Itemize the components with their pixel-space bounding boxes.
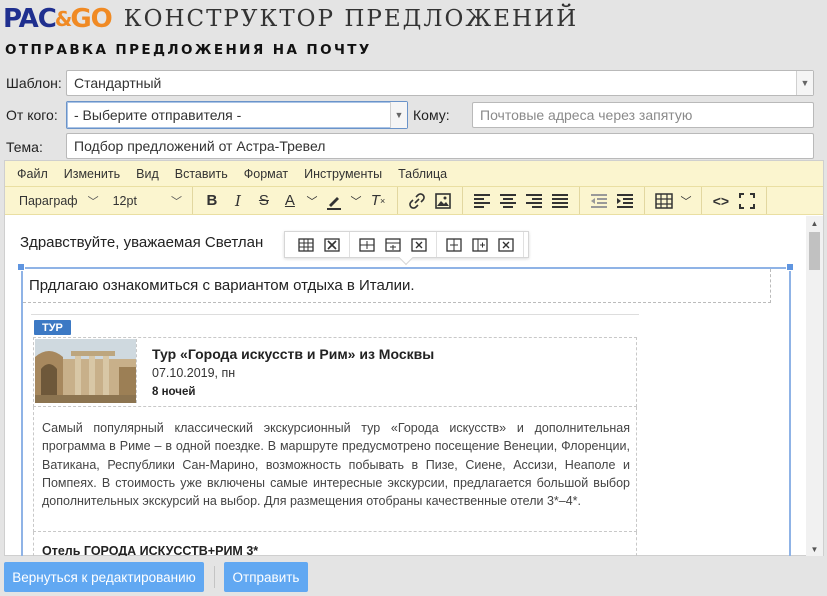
- bold-icon[interactable]: B: [199, 189, 225, 213]
- recipients-placeholder: Почтовые адреса через запятую: [480, 107, 693, 123]
- insert-column-after-icon[interactable]: [467, 234, 493, 256]
- menu-tools[interactable]: Инструменты: [304, 167, 382, 181]
- logo-pac: PAC: [3, 4, 57, 34]
- recipients-input[interactable]: Почтовые адреса через запятую: [472, 102, 814, 128]
- menu-insert[interactable]: Вставить: [175, 167, 228, 181]
- block-format-value: Параграф: [19, 193, 78, 208]
- menu-file[interactable]: Файл: [17, 167, 48, 181]
- tour-date: 07.10.2019, пн: [152, 366, 236, 380]
- block-format-dropdown[interactable]: Параграф ﹀: [15, 193, 103, 209]
- table-context-toolbar: [284, 231, 529, 266]
- align-justify-icon[interactable]: [547, 189, 573, 213]
- rich-text-editor[interactable]: Файл Изменить Вид Вставить Формат Инстру…: [4, 160, 824, 556]
- editor-content[interactable]: Здравствуйте, уважаемая Светлан Прдлагаю…: [5, 216, 807, 556]
- template-label: Шаблон:: [6, 75, 62, 91]
- italic-icon[interactable]: I: [225, 189, 251, 213]
- menu-edit[interactable]: Изменить: [64, 167, 120, 181]
- subject-value: Подбор предложений от Астра-Тревел: [74, 138, 326, 154]
- intro-text: Прдлагаю ознакомиться с вариантом отдыха…: [23, 269, 771, 303]
- tour-tag: ТУР: [34, 320, 71, 335]
- template-select[interactable]: Стандартный ▼: [66, 70, 814, 96]
- editor-menubar: Файл Изменить Вид Вставить Формат Инстру…: [5, 161, 823, 187]
- editor-scrollbar[interactable]: ▲ ▼: [806, 216, 823, 556]
- delete-column-icon[interactable]: [493, 234, 519, 256]
- hotel-name: Отель ГОРОДА ИСКУССТВ+РИМ 3*: [33, 532, 637, 556]
- subject-input[interactable]: Подбор предложений от Астра-Тревел: [66, 133, 814, 159]
- resize-handle[interactable]: [786, 263, 794, 271]
- chevron-down-icon[interactable]: ﹀: [303, 189, 321, 213]
- tour-description: Самый популярный классический экскурсион…: [33, 407, 637, 532]
- logo: PAC & GO: [3, 4, 113, 34]
- logo-amp: &: [54, 7, 72, 31]
- logo-go: GO: [70, 4, 112, 34]
- outdent-icon[interactable]: [586, 189, 612, 213]
- chevron-down-icon[interactable]: ▼: [796, 71, 813, 95]
- text-color-icon[interactable]: A: [277, 189, 303, 213]
- highlight-icon[interactable]: [321, 189, 347, 213]
- tour-title: Тур «Города искусств и Рим» из Москвы: [152, 346, 435, 362]
- tour-nights: 8 ночей: [152, 386, 196, 398]
- tour-card: ТУР Тур «Города искусств и Рим» из Москв…: [31, 314, 639, 556]
- align-right-icon[interactable]: [521, 189, 547, 213]
- sender-select[interactable]: - Выберите отправителя - ▼: [66, 101, 408, 129]
- send-button[interactable]: Отправить: [224, 562, 308, 592]
- link-icon[interactable]: [404, 189, 430, 213]
- align-center-icon[interactable]: [495, 189, 521, 213]
- insert-row-before-icon[interactable]: [354, 234, 380, 256]
- template-value: Стандартный: [74, 75, 162, 91]
- strikethrough-icon[interactable]: S: [251, 189, 277, 213]
- source-code-icon[interactable]: <>: [708, 189, 734, 213]
- sender-value: - Выберите отправителя -: [74, 107, 242, 123]
- app-header: PAC & GO КОНСТРУКТОР ПРЕДЛОЖЕНИЙ: [3, 2, 578, 36]
- image-icon[interactable]: [430, 189, 456, 213]
- scrollbar-thumb[interactable]: [809, 232, 820, 270]
- subject-label: Тема:: [6, 139, 43, 155]
- greeting-text: Здравствуйте, уважаемая Светлан: [20, 234, 264, 251]
- footer-divider: [214, 566, 215, 588]
- back-to-edit-button[interactable]: Вернуться к редактированию: [4, 562, 204, 592]
- chevron-down-icon: ﹀: [170, 195, 182, 208]
- menu-format[interactable]: Формат: [244, 167, 288, 181]
- fullscreen-icon[interactable]: [734, 189, 760, 213]
- align-left-icon[interactable]: [469, 189, 495, 213]
- table-properties-icon[interactable]: [293, 234, 319, 256]
- delete-table-icon[interactable]: [319, 234, 345, 256]
- tour-image: [35, 339, 137, 403]
- insert-row-after-icon[interactable]: [380, 234, 406, 256]
- editor-toolbar: Параграф ﹀ 12pt ﹀ B I S A ﹀ ﹀ T × ﹀ <>: [5, 187, 823, 215]
- scroll-up-icon[interactable]: ▲: [806, 216, 823, 230]
- from-label: От кого:: [6, 107, 58, 123]
- table-icon[interactable]: [651, 189, 677, 213]
- menu-table[interactable]: Таблица: [398, 167, 447, 181]
- delete-row-icon[interactable]: [406, 234, 432, 256]
- chevron-down-icon[interactable]: ﹀: [677, 189, 695, 213]
- tour-header-row: Тур «Города искусств и Рим» из Москвы 07…: [33, 337, 637, 407]
- clear-format-icon[interactable]: T ×: [365, 189, 391, 213]
- to-label: Кому:: [413, 107, 450, 123]
- scroll-down-icon[interactable]: ▼: [806, 542, 823, 556]
- page-title: ОТПРАВКА ПРЕДЛОЖЕНИЯ НА ПОЧТУ: [5, 42, 372, 58]
- menu-view[interactable]: Вид: [136, 167, 159, 181]
- font-size-value: 12pt: [112, 193, 137, 208]
- app-title: КОНСТРУКТОР ПРЕДЛОЖЕНИЙ: [123, 6, 579, 32]
- insert-column-before-icon[interactable]: [441, 234, 467, 256]
- font-size-dropdown[interactable]: 12pt ﹀: [109, 193, 186, 209]
- indent-icon[interactable]: [612, 189, 638, 213]
- chevron-down-icon[interactable]: ▼: [390, 102, 407, 128]
- chevron-down-icon: ﹀: [87, 195, 99, 208]
- chevron-down-icon[interactable]: ﹀: [347, 189, 365, 213]
